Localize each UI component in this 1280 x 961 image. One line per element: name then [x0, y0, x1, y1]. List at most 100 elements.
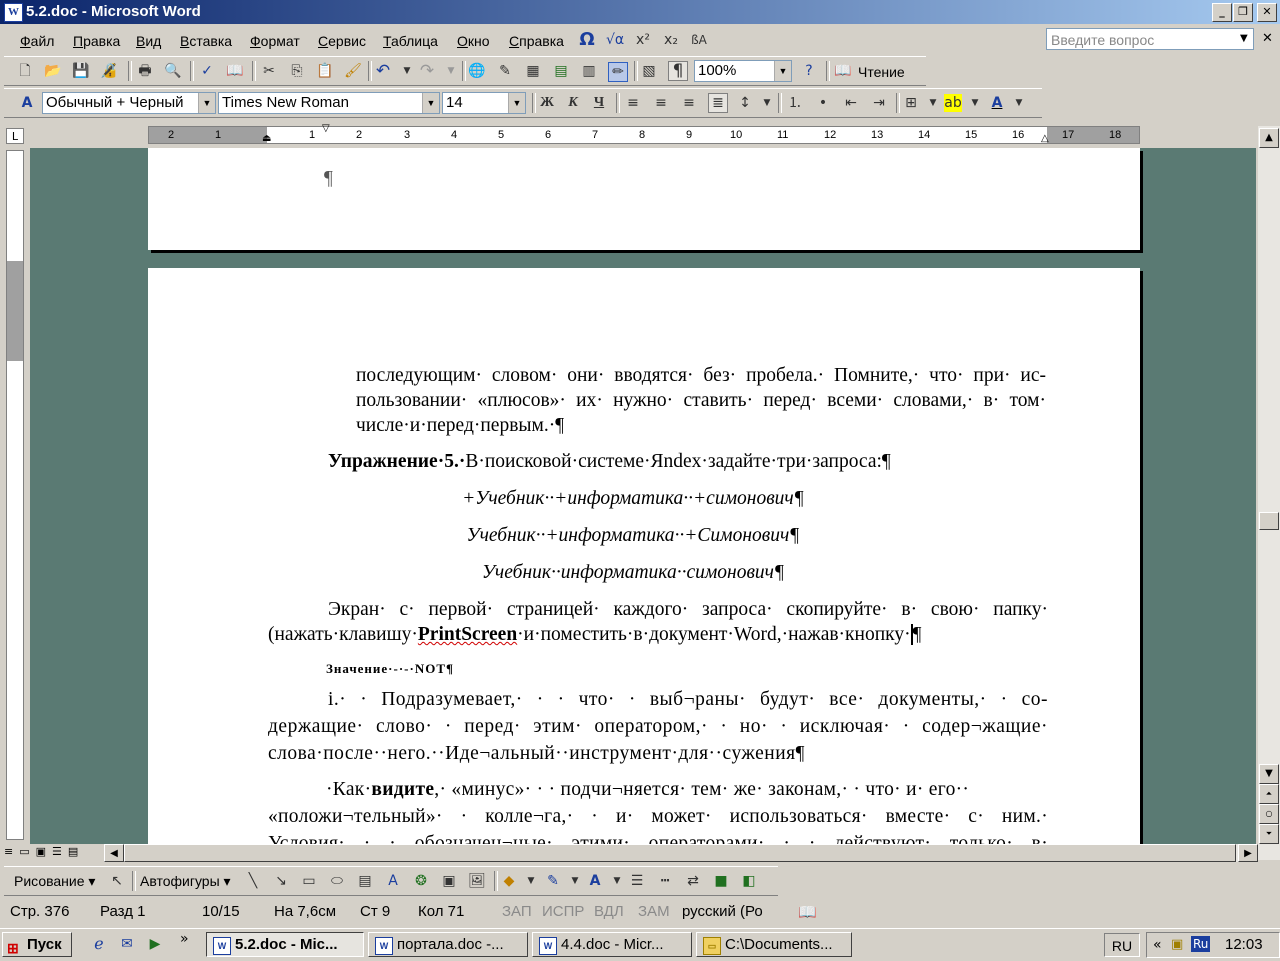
borders-dropdown-icon[interactable]: ▼ — [924, 94, 942, 112]
open-icon[interactable]: 📂 — [44, 62, 62, 80]
line-style-icon[interactable]: ☰ — [628, 872, 646, 890]
drawing-font-color-icon[interactable]: A — [586, 872, 604, 890]
horizontal-scroll-thumb[interactable] — [124, 844, 1236, 862]
scroll-up-icon[interactable]: ▲ — [1259, 128, 1279, 148]
fill-color-dropdown-icon[interactable]: ▼ — [522, 872, 540, 890]
menu-window[interactable]: Окно — [457, 33, 490, 49]
font-size-select[interactable]: 14 ▼ — [442, 92, 526, 114]
bold-button[interactable]: Ж — [538, 94, 556, 112]
spelling-status-icon[interactable]: 📖 — [798, 903, 817, 921]
styles-icon[interactable]: A — [18, 94, 36, 112]
word-app-icon[interactable]: W — [4, 3, 23, 22]
media-player-icon[interactable]: ▶ — [146, 935, 164, 953]
wordart-icon[interactable]: A — [384, 872, 402, 890]
page-current[interactable]: последующим· словом· они· вводятся· без·… — [148, 268, 1140, 844]
horizontal-ruler[interactable]: 2 1 1 2 3 4 5 6 7 8 9 10 11 12 13 14 15 … — [148, 123, 1140, 144]
scroll-right-icon[interactable]: ▶ — [1238, 844, 1258, 862]
drawing-icon[interactable]: ✏ — [608, 62, 628, 82]
decrease-indent-icon[interactable]: ⇤ — [842, 94, 860, 112]
arrow-icon[interactable]: ↘ — [272, 872, 290, 890]
line-spacing-dropdown-icon[interactable]: ▼ — [758, 94, 776, 112]
tab-selector-icon[interactable]: L — [6, 128, 24, 144]
status-extend[interactable]: ВДЛ — [594, 903, 624, 920]
show-hide-marks-icon[interactable]: ¶ — [668, 61, 688, 81]
numbering-icon[interactable]: ⒈ — [786, 94, 804, 112]
insert-excel-icon[interactable]: ▤ — [552, 62, 570, 80]
equation-icon[interactable]: √α — [606, 31, 624, 49]
font-size-icon[interactable]: ßA — [690, 31, 708, 49]
document-area[interactable]: ¶ последующим· словом· они· вводятся· бе… — [30, 148, 1256, 844]
underline-button[interactable]: Ч — [590, 94, 608, 112]
columns-icon[interactable]: ▥ — [580, 62, 598, 80]
ask-dropdown-arrow-icon[interactable]: ▼ — [1240, 33, 1248, 44]
quicklaunch-more-icon[interactable]: » — [180, 931, 189, 947]
font-color-dropdown-icon[interactable]: ▼ — [1010, 94, 1028, 112]
web-view-icon[interactable]: ▭ — [19, 845, 35, 858]
line-color-dropdown-icon[interactable]: ▼ — [566, 872, 584, 890]
arrow-style-icon[interactable]: ⇄ — [684, 872, 702, 890]
hyperlink-icon[interactable]: 🌐 — [468, 62, 486, 80]
hanging-indent-marker-icon[interactable]: ⏏ — [262, 133, 271, 144]
copy-icon[interactable]: ⎘ — [288, 62, 306, 80]
browse-object-icon[interactable]: ○ — [1259, 804, 1279, 824]
close-document-icon[interactable]: ✕ — [1262, 31, 1273, 46]
status-overtype[interactable]: ЗАМ — [638, 903, 670, 920]
font-size-dropdown-icon[interactable]: ▼ — [508, 93, 525, 113]
next-page-icon[interactable]: ⏷ — [1259, 824, 1279, 844]
style-dropdown-icon[interactable]: ▼ — [198, 93, 215, 113]
vertical-ruler[interactable] — [6, 150, 24, 840]
read-icon[interactable]: 📖 — [834, 62, 852, 80]
menu-format[interactable]: Формат — [250, 33, 300, 49]
start-button[interactable]: ⊞ Пуск — [2, 932, 72, 957]
text-box-icon[interactable]: ▤ — [356, 872, 374, 890]
taskbar-item-4-4-doc[interactable]: W 4.4.doc - Micr... — [532, 932, 692, 957]
scroll-thumb[interactable] — [1259, 512, 1279, 530]
undo-dropdown-icon[interactable]: ▼ — [398, 62, 416, 80]
oval-icon[interactable]: ⬭ — [328, 872, 346, 890]
drawing-font-color-dropdown-icon[interactable]: ▼ — [608, 872, 626, 890]
select-objects-icon[interactable]: ↖ — [108, 872, 126, 890]
permission-icon[interactable]: 🔏 — [100, 62, 118, 80]
right-indent-marker-icon[interactable]: △ — [1041, 133, 1049, 144]
cut-icon[interactable]: ✂ — [260, 62, 278, 80]
3d-icon[interactable]: ◧ — [740, 872, 758, 890]
ask-question-input[interactable]: Введите вопрос — [1046, 28, 1254, 50]
align-right-icon[interactable]: ≡ — [680, 94, 698, 112]
autoshapes-menu[interactable]: Автофигуры ▾ — [140, 873, 231, 890]
scroll-left-icon[interactable]: ◀ — [104, 844, 124, 862]
borders-icon[interactable]: ⊞ — [902, 94, 920, 112]
superscript-icon[interactable]: x² — [634, 31, 652, 49]
outlook-icon[interactable]: ✉ — [118, 935, 136, 953]
tray-language-icon[interactable]: Ru — [1191, 936, 1211, 952]
font-dropdown-icon[interactable]: ▼ — [422, 93, 439, 113]
menu-help[interactable]: Справка — [509, 33, 564, 49]
taskbar-item-5-2-doc[interactable]: W 5.2.doc - Mic... — [206, 932, 364, 957]
undo-icon[interactable]: ↶ — [374, 62, 392, 80]
redo-icon[interactable]: ↷ — [418, 62, 436, 80]
restore-button[interactable]: ❐ — [1233, 3, 1253, 22]
dash-style-icon[interactable]: ┅ — [656, 872, 674, 890]
zoom-dropdown-icon[interactable]: ▼ — [774, 61, 791, 81]
highlight-dropdown-icon[interactable]: ▼ — [966, 94, 984, 112]
font-color-icon[interactable]: A — [988, 94, 1006, 112]
increase-indent-icon[interactable]: ⇥ — [870, 94, 888, 112]
status-record[interactable]: ЗАП — [502, 903, 532, 920]
menu-tools[interactable]: Сервис — [318, 33, 366, 49]
picture-icon[interactable]: 🖼 — [468, 872, 486, 890]
save-icon[interactable]: 💾 — [72, 62, 90, 80]
bullets-icon[interactable]: • — [814, 94, 832, 112]
fill-color-icon[interactable]: ◆ — [500, 872, 518, 890]
print-layout-icon[interactable]: ▣ — [36, 845, 52, 858]
reading-mode-button[interactable]: Чтение — [858, 64, 905, 80]
menu-table[interactable]: Таблица — [383, 33, 438, 49]
style-select[interactable]: Обычный + Черный ▼ — [42, 92, 216, 114]
justify-icon[interactable]: ≣ — [708, 93, 728, 113]
scroll-down-icon[interactable]: ▼ — [1259, 764, 1279, 784]
drawing-menu[interactable]: Рисование ▾ — [14, 873, 95, 890]
outline-view-icon[interactable]: ☰ — [52, 845, 68, 858]
language-indicator[interactable]: RU — [1104, 933, 1140, 957]
clip-art-icon[interactable]: ▣ — [440, 872, 458, 890]
previous-page-icon[interactable]: ⏶ — [1259, 784, 1279, 804]
subscript-icon[interactable]: x₂ — [662, 31, 680, 49]
format-painter-icon[interactable]: 🖌 — [344, 62, 362, 80]
